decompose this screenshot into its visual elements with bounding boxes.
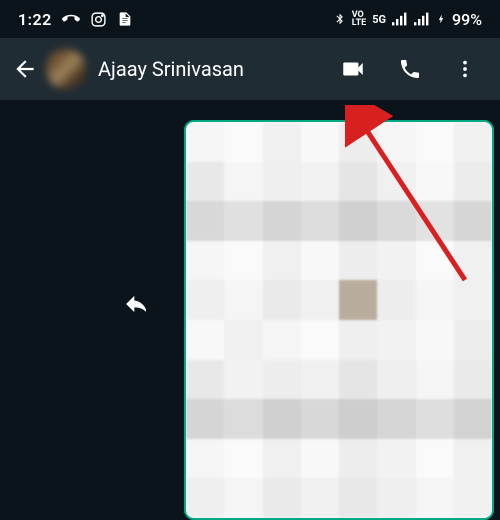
status-bar: 1:22 VOLTE 5G 99%	[0, 0, 500, 38]
video-call-button[interactable]	[328, 48, 378, 90]
status-right: VOLTE 5G 99%	[334, 10, 482, 29]
signal-2-icon	[414, 12, 430, 26]
more-menu-button[interactable]	[442, 50, 488, 88]
chat-header: Ajaay Srinivasan	[0, 38, 500, 100]
clock-time: 1:22	[18, 10, 52, 29]
back-button[interactable]	[12, 56, 38, 82]
chat-body	[0, 100, 500, 504]
contact-name[interactable]: Ajaay Srinivasan	[98, 57, 320, 81]
charging-icon	[436, 11, 446, 27]
instagram-icon	[90, 11, 107, 28]
document-icon	[117, 11, 133, 27]
contact-avatar[interactable]	[46, 49, 86, 89]
bluetooth-icon	[334, 11, 346, 27]
forward-icon[interactable]	[118, 290, 146, 322]
image-message[interactable]	[184, 120, 494, 520]
missed-call-icon	[62, 10, 80, 28]
signal-1-icon	[392, 12, 408, 26]
status-left: 1:22	[18, 10, 133, 29]
5g-icon: 5G	[372, 13, 386, 26]
voice-call-button[interactable]	[386, 49, 434, 89]
blurred-image-content	[186, 122, 492, 518]
battery-percent: 99%	[452, 10, 482, 29]
volte-icon: VOLTE	[352, 11, 367, 27]
